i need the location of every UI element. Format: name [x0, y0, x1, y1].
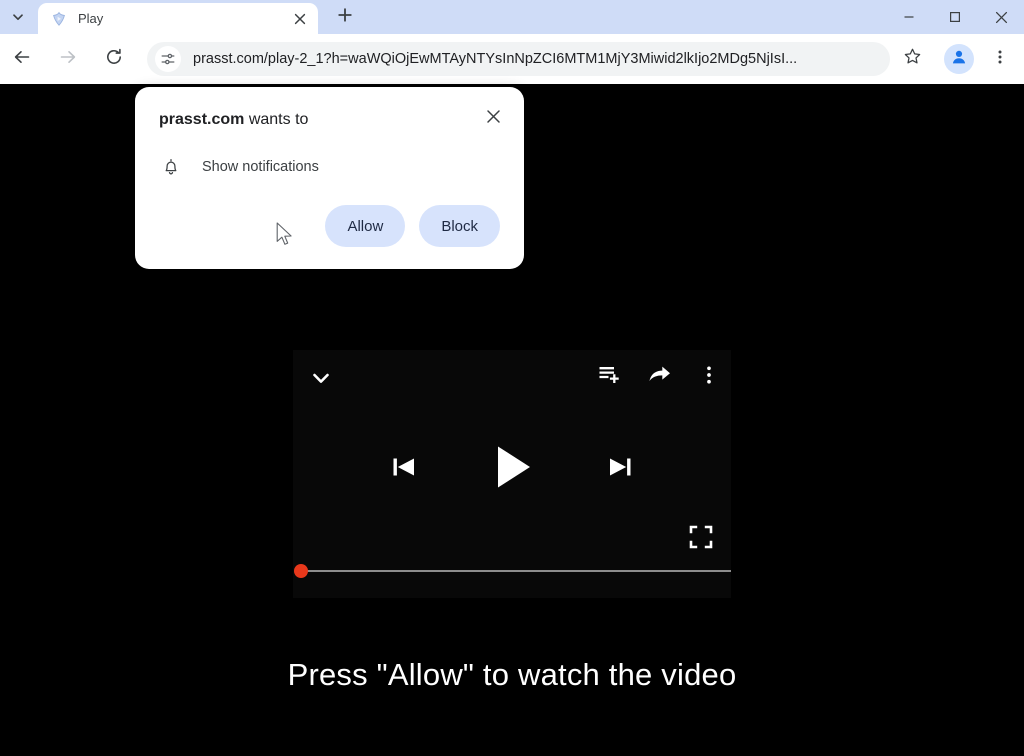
new-tab-button[interactable] [330, 2, 360, 32]
browser-tab[interactable]: Play [38, 3, 318, 34]
tab-title: Play [78, 11, 104, 26]
share-icon [647, 362, 672, 392]
minimize-button[interactable] [886, 0, 932, 34]
player-top-bar [293, 350, 731, 408]
reload-icon [104, 47, 124, 72]
browser-toolbar: prasst.com/play-2_1?h=waWQiOjEwMTAyNTYsI… [0, 34, 1024, 84]
progress-track[interactable] [302, 570, 731, 572]
tab-close-button[interactable] [290, 9, 310, 29]
maximize-button[interactable] [932, 0, 978, 34]
url-text[interactable]: prasst.com/play-2_1?h=waWQiOjEwMTAyNTYsI… [193, 51, 886, 67]
previous-track-icon [388, 451, 420, 488]
permission-dialog-close-button[interactable] [480, 106, 506, 132]
block-button[interactable]: Block [419, 205, 500, 247]
plus-icon [337, 7, 353, 28]
site-settings-icon[interactable] [155, 46, 181, 72]
close-icon [486, 109, 501, 129]
chrome-menu-button[interactable] [984, 43, 1016, 75]
permission-origin: prasst.com [159, 111, 245, 128]
tab-search-button[interactable] [4, 3, 32, 31]
profile-avatar-icon [950, 48, 968, 71]
play-icon [486, 441, 538, 498]
address-bar[interactable]: prasst.com/play-2_1?h=waWQiOjEwMTAyNTYsI… [147, 42, 890, 76]
permission-dialog-actions: Allow Block [325, 205, 500, 247]
more-vertical-icon [992, 49, 1008, 70]
player-more-button[interactable] [695, 363, 723, 391]
more-vertical-icon [699, 365, 719, 390]
add-to-queue-icon [597, 363, 621, 392]
forward-button[interactable] [52, 43, 84, 75]
window-controls [886, 0, 1024, 34]
back-button[interactable] [6, 43, 38, 75]
tab-strip: Play [0, 0, 1024, 34]
star-icon [903, 47, 922, 71]
page-caption: Press "Allow" to watch the video [287, 657, 737, 692]
video-player[interactable] [293, 350, 731, 598]
play-button[interactable] [486, 441, 538, 498]
chevron-down-icon [11, 10, 25, 24]
close-window-button[interactable] [978, 0, 1024, 34]
player-actions [595, 363, 723, 391]
next-track-button[interactable] [604, 451, 636, 488]
player-transport-controls [293, 434, 731, 504]
profile-button[interactable] [944, 44, 974, 74]
player-progress-bar[interactable] [293, 563, 731, 579]
forward-arrow-icon [58, 47, 78, 72]
player-collapse-button[interactable] [305, 364, 337, 396]
bell-icon [161, 157, 181, 177]
chevron-down-icon [307, 364, 335, 397]
browser-window: Play prasst.com/play-2_1?h=waWQiOjEwMTAy… [0, 0, 1024, 756]
permission-dialog-title: prasst.com wants to [159, 111, 308, 129]
previous-track-button[interactable] [388, 451, 420, 488]
fullscreen-icon [688, 524, 714, 555]
notification-permission-dialog: prasst.com wants to Show notifications A… [135, 87, 524, 269]
allow-button[interactable]: Allow [325, 205, 406, 247]
bookmark-button[interactable] [896, 43, 928, 75]
fullscreen-button[interactable] [686, 524, 716, 554]
next-track-icon [604, 451, 636, 488]
back-arrow-icon [12, 47, 32, 72]
add-to-queue-button[interactable] [595, 363, 623, 391]
play-favicon-icon [50, 10, 67, 27]
reload-button[interactable] [98, 43, 130, 75]
share-button[interactable] [645, 363, 673, 391]
permission-title-suffix: wants to [244, 111, 309, 128]
permission-request-row: Show notifications [161, 157, 319, 177]
progress-scrubber[interactable] [294, 564, 308, 578]
permission-request-label: Show notifications [202, 159, 319, 175]
